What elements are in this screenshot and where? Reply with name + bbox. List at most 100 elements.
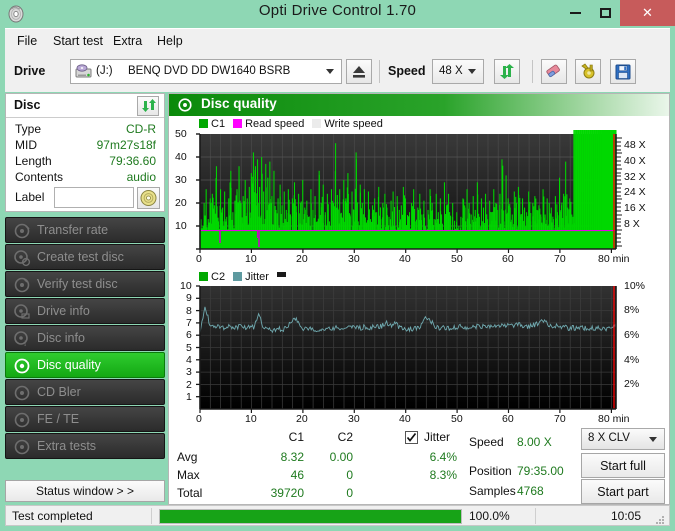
disc-panel-title: Disc <box>14 98 41 112</box>
disc-label-button[interactable] <box>137 187 160 209</box>
disc-fete-icon <box>13 411 31 429</box>
maximize-button[interactable] <box>590 0 620 26</box>
main-panel: Disc quality C1 Read speed Write speed 5… <box>168 93 670 505</box>
chart2-xtick-20: 20 <box>296 413 308 425</box>
menu-item-extra[interactable]: Extra <box>107 32 148 50</box>
chart1-xtick-60: 60 <box>502 253 514 265</box>
elapsed-time: 10:05 <box>610 509 641 523</box>
chart2-xtick-60: 60 <box>502 413 514 425</box>
stats-avg-jitter: 6.4% <box>429 450 457 464</box>
status-separator <box>151 508 152 524</box>
chart1-ytick-50: 50 <box>175 128 187 140</box>
maximize-icon <box>599 8 611 18</box>
stats-row-label-max: Max <box>177 468 200 482</box>
jitter-checkbox[interactable] <box>405 431 418 444</box>
disc-label-input[interactable] <box>54 187 134 208</box>
sidebar-label-cd-bler: CD Bler <box>37 385 81 399</box>
status-window-button[interactable]: Status window > > <box>5 480 165 502</box>
legend-label-write-speed: Write speed <box>324 118 383 130</box>
write-mode-select[interactable]: 8 X CLV <box>581 428 665 450</box>
chart2-ytick-4: 4 <box>186 354 192 366</box>
start-part-button[interactable]: Start part <box>581 479 665 504</box>
sidebar-item-create-test-disc[interactable]: Create test disc <box>5 244 165 270</box>
disc-value-length: 79:36.60 <box>109 154 156 168</box>
close-button[interactable]: ✕ <box>620 0 675 26</box>
menu-item-file[interactable]: File <box>11 32 43 50</box>
drive-letter: (J:) <box>96 65 113 77</box>
chart2-ytick-8: 8 <box>186 304 192 317</box>
chart2-ytick-3: 3 <box>186 366 192 378</box>
sidebar-item-transfer-rate[interactable]: Transfer rate <box>5 217 165 243</box>
disc-verify-icon <box>13 276 31 294</box>
sidebar-item-extra-tests[interactable]: Extra tests <box>5 433 165 459</box>
sidebar-label-fe-te: FE / TE <box>37 412 80 426</box>
speed-select[interactable]: 48 X <box>432 59 484 84</box>
disc-value-mid: 97m27s18f <box>96 138 156 152</box>
legend-swatch-c1 <box>199 119 208 128</box>
stats-avg-c2: 0.00 <box>329 450 353 464</box>
tools-icon <box>581 63 595 79</box>
save-icon <box>615 64 631 80</box>
chart2-xtick-70: 70 <box>554 413 566 425</box>
sidebar-item-disc-info[interactable]: i Disc info <box>5 325 165 351</box>
erase-button[interactable] <box>541 59 567 84</box>
chart1-ytick-40: 40 <box>175 151 187 163</box>
chevron-down-icon <box>326 69 334 74</box>
sidebar-item-disc-quality[interactable]: Disc quality <box>5 352 165 378</box>
cd-icon <box>140 190 157 206</box>
chart1-y2tick-16x: 16 X <box>624 202 646 214</box>
chart2-xtick-50: 50 <box>451 413 463 425</box>
chart1-y2tick-8x: 8 X <box>624 218 640 230</box>
disc-key-length: Length <box>15 154 52 168</box>
stats-header-c2: C2 <box>337 430 353 444</box>
optical-drive-icon <box>75 64 92 80</box>
disc-drive-icon <box>13 303 31 321</box>
legend-label-c1: C1 <box>211 118 226 130</box>
sidebar-item-fe-te[interactable]: FE / TE <box>5 406 165 432</box>
legend-label-read-speed: Read speed <box>245 118 305 130</box>
legend-swatch-write-speed <box>312 119 322 128</box>
eject-button[interactable] <box>346 59 372 84</box>
c1-chart[interactable]: 50 40 30 20 10 48 X 40 X 32 X 24 X 16 X … <box>169 128 669 265</box>
chevron-down-icon <box>468 69 476 74</box>
disc-extra-icon <box>13 438 31 456</box>
disc-panel-header: Disc <box>6 94 164 118</box>
menu-item-help[interactable]: Help <box>151 32 189 50</box>
main-panel-header: Disc quality <box>169 94 669 116</box>
disc-row-mid: MID 97m27s18f <box>6 138 164 155</box>
menu-item-start-test[interactable]: Start test <box>47 32 109 50</box>
save-button[interactable] <box>610 59 636 84</box>
stats-total-c1: 39720 <box>270 486 304 500</box>
stats-row-label-avg: Avg <box>177 450 198 464</box>
drive-label: Drive <box>14 64 46 78</box>
app-window: Opti Drive Control 1.70 ✕ File Start tes… <box>0 0 675 531</box>
sidebar-label-transfer-rate: Transfer rate <box>37 223 109 237</box>
start-full-button[interactable]: Start full <box>581 453 665 478</box>
menu-bar: File Start test Extra Help <box>5 28 670 52</box>
drive-select[interactable]: (J:) BENQ DVD DD DW1640 BSRB <box>70 59 342 84</box>
disc-refresh-button[interactable] <box>137 96 159 116</box>
sidebar-label-create-test-disc: Create test disc <box>37 250 124 264</box>
refresh-button[interactable] <box>494 59 520 84</box>
chart2-y2tick-2pct: 2% <box>624 378 640 390</box>
stats-speed-value: 8.00 X <box>517 435 552 449</box>
disc-label-row: Label <box>6 187 164 211</box>
stats-avg-c1: 8.32 <box>280 450 304 464</box>
minimize-button[interactable] <box>560 0 590 26</box>
chart2-ytick-7: 7 <box>186 317 192 329</box>
disc-row-contents: Contents audio <box>6 170 164 187</box>
disc-key-contents: Contents <box>15 170 64 184</box>
status-message: Test completed <box>12 509 93 523</box>
settings-button[interactable] <box>575 59 601 84</box>
sidebar-item-verify-test-disc[interactable]: Verify test disc <box>5 271 165 297</box>
chart1-xtick-70: 70 <box>554 253 566 265</box>
sidebar-item-cd-bler[interactable]: CD Bler <box>5 379 165 405</box>
stats-panel: C1 C2 Jitter Avg 8.32 0.00 6.4% Max 46 0… <box>169 428 669 504</box>
chart2-ytick-2: 2 <box>186 378 192 391</box>
disc-bler-icon <box>13 384 31 402</box>
status-separator-2 <box>535 508 536 524</box>
sidebar-item-drive-info[interactable]: Drive info <box>5 298 165 324</box>
resize-grip-icon[interactable] <box>655 512 665 524</box>
chart1-ytick-20: 20 <box>175 197 187 209</box>
c2-jitter-chart[interactable]: 10 9 8 7 6 5 4 3 2 1 10% 8% 6% 4% 2% 0 1… <box>169 280 669 425</box>
